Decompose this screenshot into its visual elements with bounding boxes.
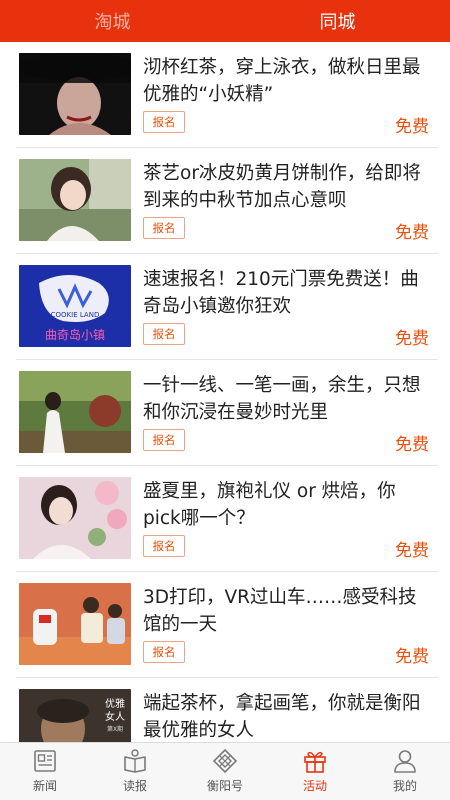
thumb-caption-bottom: 第X期 xyxy=(107,725,123,733)
nav-item-hengyang-account[interactable]: 衡阳号 xyxy=(180,743,270,800)
nav-item-news[interactable]: 新闻 xyxy=(0,743,90,800)
event-item[interactable]: 茶艺or冰皮奶黄月饼制作，给即将到来的中秋节加点心意呗 报名 免费 xyxy=(0,148,450,254)
event-item[interactable]: 一针一线、一笔一画，余生，只想和你沉浸在曼妙时光里 报名 免费 xyxy=(0,360,450,466)
event-thumbnail: 优雅 女人 第X期 xyxy=(19,689,131,742)
event-item[interactable]: 优雅 女人 第X期 端起茶杯，拿起画笔，你就是衡阳最优雅的女人 报名 免费 xyxy=(0,678,450,742)
signup-button[interactable]: 报名 xyxy=(143,641,185,663)
event-thumbnail xyxy=(19,477,131,559)
event-item[interactable]: 盛夏里，旗袍礼仪 or 烘焙，你pick哪一个？ 报名 免费 xyxy=(0,466,450,572)
signup-button[interactable]: 报名 xyxy=(143,111,185,133)
signup-button[interactable]: 报名 xyxy=(143,429,185,451)
news-icon xyxy=(34,750,56,772)
signup-button[interactable]: 报名 xyxy=(143,217,185,239)
price-label: 免费 xyxy=(395,541,429,561)
nav-label: 活动 xyxy=(302,779,327,793)
price-label: 免费 xyxy=(395,647,429,667)
thumb-caption-top: COOKIE LAND xyxy=(51,311,100,319)
price-label: 免费 xyxy=(395,435,429,455)
thumb-caption-bottom: 曲奇岛小镇 xyxy=(45,327,105,342)
event-title[interactable]: 一针一线、一笔一画，余生，只想和你沉浸在曼妙时光里 xyxy=(143,372,433,426)
user-icon xyxy=(394,750,416,773)
nav-label: 读报 xyxy=(122,779,147,793)
event-thumbnail xyxy=(19,159,131,241)
thumb-caption-middle: 女人 xyxy=(105,710,125,723)
thumb-caption-top: 优雅 xyxy=(105,697,125,710)
bottom-nav-bar: 新闻 读报 衡阳号 活动 我的 xyxy=(0,742,450,800)
nav-label: 新闻 xyxy=(32,779,57,793)
event-title[interactable]: 盛夏里，旗袍礼仪 or 烘焙，你pick哪一个？ xyxy=(143,478,433,532)
price-label: 免费 xyxy=(395,117,429,137)
top-tab-bar: 淘城 同城 xyxy=(0,0,450,42)
event-thumbnail xyxy=(19,583,131,665)
event-item[interactable]: COOKIE LAND 曲奇岛小镇 速速报名！210元门票免费送！曲奇岛小镇邀你… xyxy=(0,254,450,360)
event-list[interactable]: 沏杯红茶，穿上泳衣，做秋日里最优雅的“小妖精” 报名 免费 茶艺or冰皮奶黄月饼… xyxy=(0,42,450,742)
event-title[interactable]: 3D打印，VR过山车……感受科技馆的一天 xyxy=(143,584,433,638)
event-thumbnail xyxy=(19,371,131,453)
read-paper-icon xyxy=(124,749,146,773)
nav-item-activity[interactable]: 活动 xyxy=(270,743,360,800)
hengyang-account-icon xyxy=(212,748,238,774)
event-title[interactable]: 沏杯红茶，穿上泳衣，做秋日里最优雅的“小妖精” xyxy=(143,54,433,108)
price-label: 免费 xyxy=(395,329,429,349)
nav-label: 我的 xyxy=(392,779,417,793)
tab-tongcheng[interactable]: 同城 xyxy=(225,0,450,42)
tab-taocheng[interactable]: 淘城 xyxy=(0,0,225,42)
event-title[interactable]: 茶艺or冰皮奶黄月饼制作，给即将到来的中秋节加点心意呗 xyxy=(143,160,433,214)
signup-button[interactable]: 报名 xyxy=(143,535,185,557)
event-thumbnail xyxy=(19,53,131,135)
gift-icon xyxy=(304,751,326,773)
event-title[interactable]: 速速报名！210元门票免费送！曲奇岛小镇邀你狂欢 xyxy=(143,266,433,320)
price-label: 免费 xyxy=(395,223,429,243)
signup-button[interactable]: 报名 xyxy=(143,323,185,345)
event-title[interactable]: 端起茶杯，拿起画笔，你就是衡阳最优雅的女人 xyxy=(143,690,433,742)
event-thumbnail: COOKIE LAND 曲奇岛小镇 xyxy=(19,265,131,347)
nav-item-mine[interactable]: 我的 xyxy=(360,743,450,800)
nav-item-read-paper[interactable]: 读报 xyxy=(90,743,180,800)
event-item[interactable]: 沏杯红茶，穿上泳衣，做秋日里最优雅的“小妖精” 报名 免费 xyxy=(0,42,450,148)
event-item[interactable]: 3D打印，VR过山车……感受科技馆的一天 报名 免费 xyxy=(0,572,450,678)
nav-label: 衡阳号 xyxy=(206,779,243,793)
